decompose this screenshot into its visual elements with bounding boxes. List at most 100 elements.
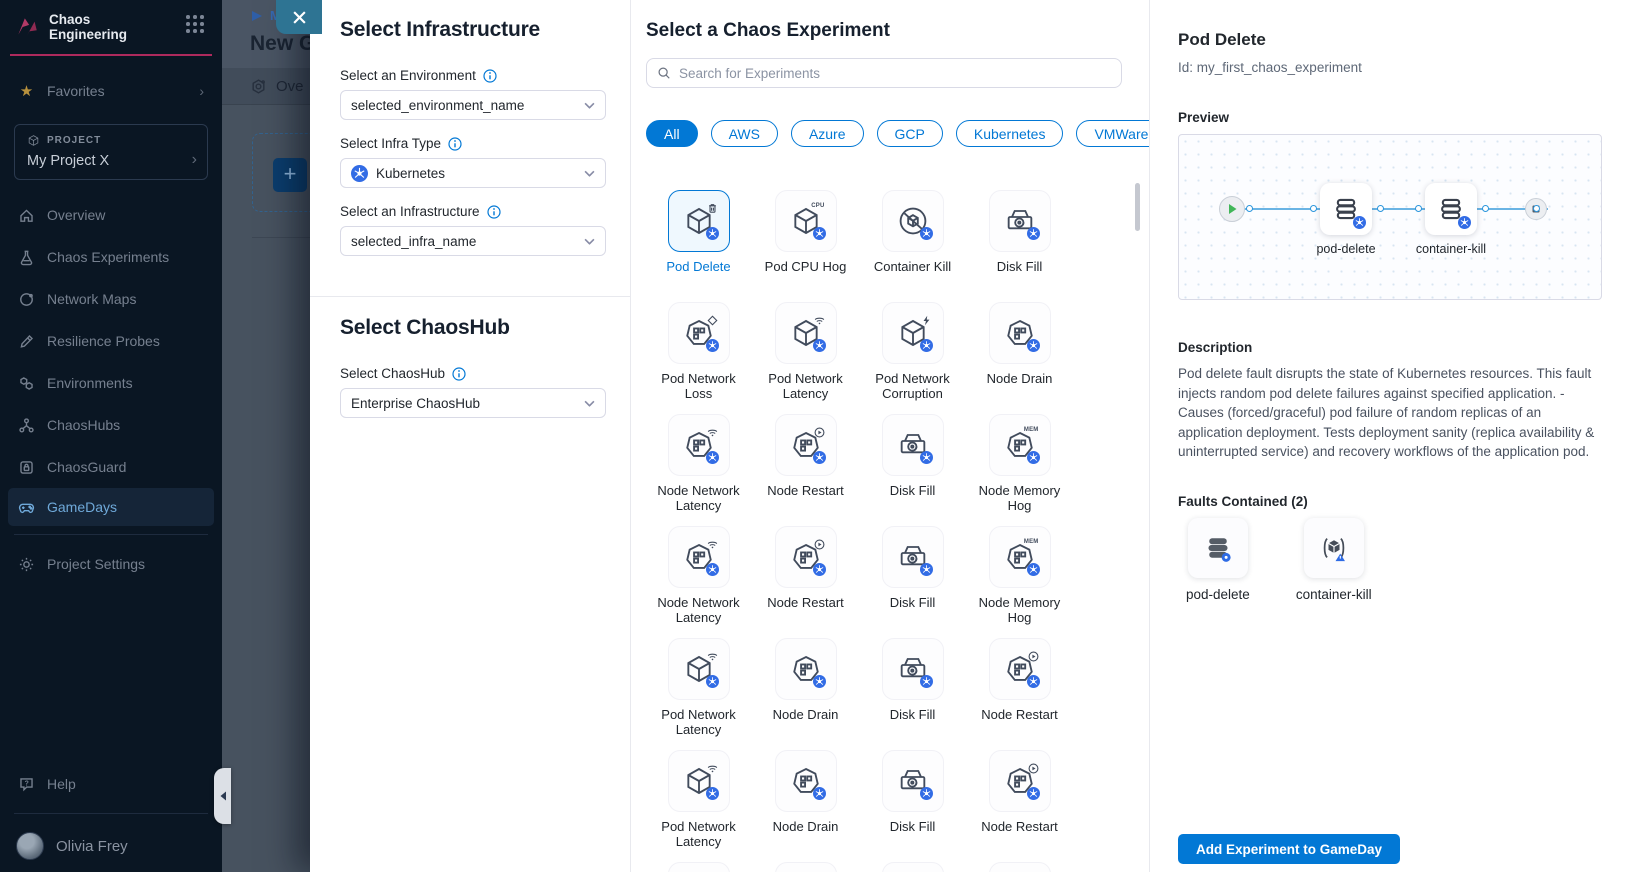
tab-overview[interactable]: Ove (276, 78, 304, 95)
experiment-card-label: Disk Fill (890, 707, 936, 722)
experiment-card-clipped[interactable] (859, 860, 966, 872)
sidebar-item-network-maps[interactable]: Network Maps (0, 278, 222, 320)
sidebar-item-environments[interactable]: Environments (0, 362, 222, 404)
user-menu[interactable]: Olivia Frey (0, 822, 222, 862)
infrastructure-select[interactable]: selected_infra_name (340, 226, 606, 256)
help-label: Help (47, 776, 76, 792)
filter-pill-kubernetes[interactable]: Kubernetes (956, 120, 1064, 147)
kubernetes-icon (351, 165, 368, 182)
experiment-grid: Pod DeleteCPUPod CPU HogContainer KillDi… (645, 188, 1083, 872)
pipeline-connector-dot (1415, 205, 1422, 212)
info-icon[interactable] (487, 205, 501, 219)
experiment-card-node-drain[interactable]: Node Drain (752, 636, 859, 748)
infra-type-select[interactable]: Kubernetes (340, 158, 606, 188)
sidebar-item-help[interactable]: Help (0, 763, 222, 805)
pipeline-node-label: pod-delete (1301, 242, 1391, 256)
experiment-card-node-memory-hog[interactable]: MEMNode Memory Hog (966, 412, 1073, 524)
experiment-card-disk-fill[interactable]: Disk Fill (966, 188, 1073, 300)
scrollbar-thumb[interactable] (1135, 183, 1140, 231)
fault-item-container-kill[interactable]: container-kill (1296, 518, 1372, 602)
sidebar-item-label: Resilience Probes (47, 333, 160, 349)
experiment-card-disk-fill[interactable]: Disk Fill (859, 748, 966, 860)
experiment-card-pod-network-latency[interactable]: Pod Network Latency (752, 300, 859, 412)
pipeline-node-pod-delete[interactable] (1320, 183, 1372, 235)
filter-pill-vmware[interactable]: VMWare (1076, 120, 1150, 147)
environment-select[interactable]: selected_environment_name (340, 90, 606, 120)
filter-pill-aws[interactable]: AWS (711, 120, 778, 147)
info-icon[interactable] (452, 367, 466, 381)
experiment-card-node-memory-hog[interactable]: MEMNode Memory Hog (966, 524, 1073, 636)
sidebar-item-favorites[interactable]: ★ Favorites › (0, 70, 222, 112)
add-experiment-button[interactable]: Add Experiment to GameDay (1178, 834, 1400, 864)
experiment-card-label: Node Drain (773, 819, 839, 834)
pipeline-start[interactable] (1219, 196, 1245, 222)
pipeline-connector-dot (1533, 205, 1540, 212)
chaos-logo-icon (14, 14, 40, 40)
project-selector[interactable]: PROJECT My Project X › (14, 124, 208, 180)
project-label: PROJECT (47, 135, 101, 146)
close-button[interactable] (276, 0, 322, 34)
pipeline-node-container-kill[interactable] (1425, 183, 1477, 235)
pod-network-latency-icon (668, 638, 730, 700)
node-restart-icon (989, 862, 1051, 872)
experiment-card-label: Node Drain (773, 707, 839, 722)
pipeline-connector-dot (1377, 205, 1384, 212)
sidebar-collapse-handle[interactable] (214, 768, 231, 824)
pipeline-node-label: container-kill (1406, 242, 1496, 256)
experiment-card-node-restart[interactable]: Node Restart (966, 748, 1073, 860)
sidebar-item-overview[interactable]: Overview (0, 194, 222, 236)
experiment-card-label: Disk Fill (890, 595, 936, 610)
filter-pills: All AWS Azure GCP Kubernetes VMWare (646, 120, 1150, 147)
project-logo-icon (250, 9, 264, 23)
experiment-card-node-restart[interactable]: Node Restart (966, 636, 1073, 748)
search-input[interactable] (679, 66, 1111, 81)
experiment-card-node-drain[interactable]: Node Drain (966, 300, 1073, 412)
experiment-card-pod-network-corruption[interactable]: Pod Network Corruption (859, 300, 966, 412)
add-button[interactable]: + (273, 158, 307, 192)
experiment-card-pod-delete[interactable]: Pod Delete (645, 188, 752, 300)
experiment-card-clipped[interactable] (645, 860, 752, 872)
kubernetes-badge-icon (813, 451, 826, 464)
experiment-card-node-restart[interactable]: Node Restart (752, 524, 859, 636)
experiment-card-pod-network-latency[interactable]: Pod Network Latency (645, 748, 752, 860)
environment-label: Select an Environment (340, 68, 497, 83)
faults-list: pod-delete container-kill (1186, 518, 1372, 602)
chaoshub-heading: Select ChaosHub (340, 316, 510, 340)
experiment-card-node-network-latency[interactable]: Node Network Latency (645, 412, 752, 524)
experiment-card-pod-network-latency[interactable]: Pod Network Latency (645, 636, 752, 748)
kubernetes-badge-icon (813, 675, 826, 688)
app-switcher-icon[interactable] (186, 15, 208, 37)
sidebar-item-chaoshubs[interactable]: ChaosHubs (0, 404, 222, 446)
experiment-card-node-drain[interactable]: Node Drain (752, 748, 859, 860)
experiment-card-node-restart[interactable]: Node Restart (752, 412, 859, 524)
experiment-card-disk-fill[interactable]: Disk Fill (859, 636, 966, 748)
sidebar-item-chaosguard[interactable]: ChaosGuard (0, 446, 222, 488)
filter-pill-gcp[interactable]: GCP (877, 120, 943, 147)
info-icon[interactable] (483, 69, 497, 83)
sidebar-item-resilience-probes[interactable]: Resilience Probes (0, 320, 222, 362)
sidebar-item-gamedays[interactable]: GameDays (8, 488, 214, 526)
experiment-card-node-network-latency[interactable]: Node Network Latency (645, 524, 752, 636)
info-icon[interactable] (448, 137, 462, 151)
sidebar-item-chaos-experiments[interactable]: Chaos Experiments (0, 236, 222, 278)
filter-pill-azure[interactable]: Azure (791, 120, 864, 147)
section-divider (310, 296, 630, 297)
chevron-down-icon (584, 102, 595, 109)
experiment-card-clipped[interactable] (752, 860, 859, 872)
experiment-card-pod-cpu-hog[interactable]: CPUPod CPU Hog (752, 188, 859, 300)
experiment-card-disk-fill[interactable]: Disk Fill (859, 412, 966, 524)
experiment-card-pod-network-loss[interactable]: Pod Network Loss (645, 300, 752, 412)
fault-item-pod-delete[interactable]: pod-delete (1186, 518, 1250, 602)
filter-pill-all[interactable]: All (646, 120, 698, 147)
experiment-card-container-kill[interactable]: Container Kill (859, 188, 966, 300)
kubernetes-badge-icon (920, 339, 933, 352)
chaosguard-icon (18, 459, 35, 476)
chaoshub-select[interactable]: Enterprise ChaosHub (340, 388, 606, 418)
sidebar-item-project-settings[interactable]: Project Settings (0, 543, 222, 585)
experiment-card-label: Disk Fill (890, 483, 936, 498)
experiment-card-clipped[interactable] (966, 860, 1073, 872)
node-network-latency-icon (668, 414, 730, 476)
preview-label: Preview (1178, 110, 1229, 125)
stacked-disks-icon (1188, 518, 1248, 578)
experiment-card-disk-fill[interactable]: Disk Fill (859, 524, 966, 636)
